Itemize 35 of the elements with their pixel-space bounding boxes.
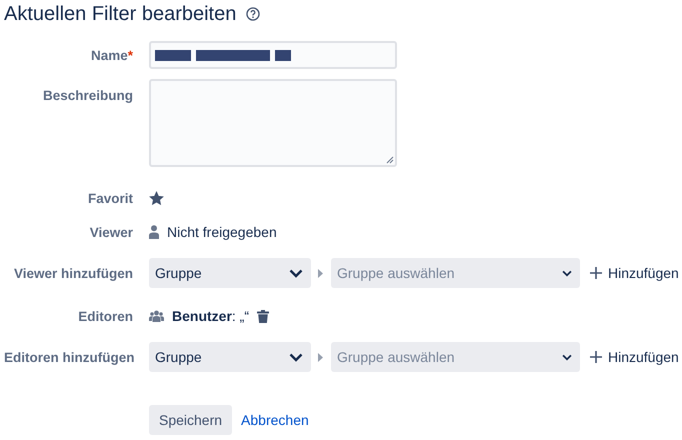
chevron-down-icon — [562, 354, 572, 360]
redaction-bar — [155, 50, 191, 60]
plus-icon — [590, 267, 602, 279]
caret-right-icon — [318, 268, 323, 278]
type-select[interactable]: Gruppe — [149, 258, 311, 288]
type-select[interactable]: Gruppe — [149, 342, 311, 372]
field-label: Editoren — [77, 308, 133, 324]
chevron-down-icon — [562, 270, 572, 276]
cancel-link[interactable]: Abbrechen — [241, 412, 309, 428]
name-field[interactable] — [149, 41, 397, 69]
group-icon — [149, 310, 164, 322]
description-field[interactable] — [149, 79, 397, 167]
field-label: Beschreibung — [42, 87, 133, 103]
caret-right-icon — [318, 352, 323, 362]
field-label: Editoren hinzufügen — [4, 350, 133, 364]
editor-entry: Benutzer: „“ — [172, 308, 250, 324]
field-label: Viewer hinzufügen — [12, 266, 133, 280]
chevron-down-icon — [289, 268, 303, 278]
add-button[interactable]: Hinzufügen — [590, 265, 679, 281]
field-label: Favorit — [86, 190, 133, 206]
resize-handle-icon[interactable] — [386, 156, 394, 164]
field-label: Name* — [90, 48, 133, 62]
required-mark: * — [128, 48, 133, 62]
person-icon — [149, 225, 159, 239]
chevron-down-icon — [289, 352, 303, 362]
redaction-bar — [275, 50, 291, 60]
save-button[interactable]: Speichern — [149, 405, 232, 435]
page-title: Aktuellen Filter bearbeiten — [4, 2, 236, 26]
trash-icon[interactable] — [257, 310, 270, 322]
plus-icon — [590, 351, 602, 363]
help-icon[interactable] — [246, 7, 260, 21]
star-icon[interactable] — [149, 190, 164, 206]
add-button[interactable]: Hinzufügen — [590, 349, 679, 365]
field-label: Viewer — [88, 224, 133, 240]
sharing-status: Nicht freigegeben — [167, 224, 277, 240]
